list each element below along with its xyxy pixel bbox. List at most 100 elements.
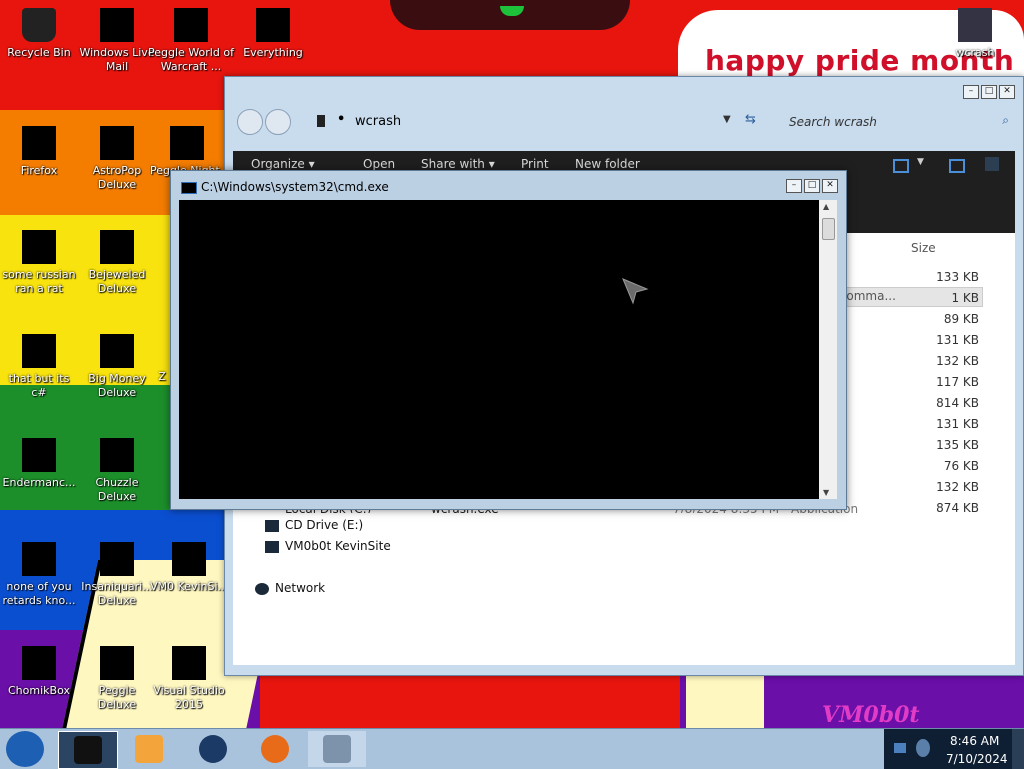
file-icon	[22, 334, 56, 368]
desktop-icon-label: wcrash	[955, 46, 995, 59]
mouse-cursor-icon	[622, 278, 649, 305]
desktop-icon-label: Bejeweled Deluxe	[88, 268, 146, 295]
clock-time[interactable]: 8:46 AM	[950, 734, 999, 748]
desktop-icon-label: Windows Live Mail	[79, 46, 155, 73]
desktop-icon-wcrash[interactable]: wcrash	[936, 8, 1014, 60]
desktop-icon-firefox[interactable]: Firefox	[0, 126, 78, 178]
taskbar-app-wcrash[interactable]	[58, 731, 118, 769]
cmd-window[interactable]: C:\Windows\system32\cmd.exe – □ ✕ ▲ ▼	[170, 170, 847, 510]
address-field[interactable]: • wcrash ▼ ⇆	[317, 111, 777, 133]
minimize-button[interactable]: –	[786, 179, 802, 193]
close-button[interactable]: ✕	[999, 85, 1015, 99]
console-output[interactable]	[179, 200, 819, 499]
taskbar-app-globe[interactable]	[184, 731, 242, 767]
new-folder-button[interactable]: New folder	[575, 157, 640, 171]
help-icon[interactable]	[985, 157, 999, 171]
column-header-size[interactable]: Size	[911, 241, 936, 255]
desktop-icon-label: Big Money Deluxe	[88, 372, 146, 399]
everything-icon	[256, 8, 290, 42]
scroll-up-icon[interactable]: ▲	[823, 202, 829, 211]
wallpaper-corner-text: VM0b0t	[822, 702, 920, 728]
search-input[interactable]: Search wcrash ⌕	[783, 111, 1013, 133]
firefox-icon	[261, 735, 289, 763]
search-icon: ⌕	[1002, 113, 1009, 127]
nav-item-label: Network	[275, 581, 326, 595]
maximize-button[interactable]: □	[804, 179, 820, 193]
file-size: 131 KB	[936, 333, 979, 347]
cmd-window-title: C:\Windows\system32\cmd.exe	[201, 180, 389, 194]
print-button[interactable]: Print	[521, 157, 549, 171]
share-with-button[interactable]: Share with ▾	[421, 157, 495, 171]
refresh-icon[interactable]: ⇆	[745, 112, 756, 127]
close-button[interactable]: ✕	[822, 179, 838, 193]
peggle-nights-icon	[170, 126, 204, 160]
desktop-icon-visual-studio[interactable]: Visual Studio 2015	[150, 646, 228, 712]
explorer-caption-buttons: – □ ✕	[963, 85, 1015, 99]
back-button[interactable]	[237, 109, 263, 135]
scroll-down-icon[interactable]: ▼	[823, 488, 829, 497]
wallpaper-drawing-2	[686, 675, 764, 728]
chuzzle-icon	[100, 438, 134, 472]
desktop-icon-peggle-deluxe[interactable]: Peggle Deluxe	[78, 646, 156, 712]
organize-button[interactable]: Organize ▾	[251, 157, 315, 171]
file-size: 89 KB	[943, 312, 979, 326]
desktop-icon-insaniquarium[interactable]: Insaniquari... Deluxe	[78, 542, 156, 608]
folder-icon	[317, 115, 325, 127]
start-button[interactable]	[6, 731, 44, 767]
forward-button[interactable]	[265, 109, 291, 135]
taskbar-app-cmd[interactable]	[308, 731, 366, 767]
nav-item-label: CD Drive (E:)	[285, 518, 364, 532]
clock-date[interactable]: 7/10/2024	[946, 752, 1008, 766]
taskbar-app-media-player[interactable]	[120, 731, 178, 767]
network-drive-icon	[265, 540, 279, 553]
open-button[interactable]: Open	[363, 157, 395, 171]
scrollbar-thumb[interactable]	[822, 218, 835, 240]
desktop-icon-peggle-wow[interactable]: Peggle World of Warcraft ...	[148, 8, 234, 74]
desktop-icon-label: that but its c#	[8, 372, 70, 399]
desktop-icon-chuzzle[interactable]: Chuzzle Deluxe	[78, 438, 156, 504]
desktop-icon-label: Peggle World of Warcraft ...	[148, 46, 234, 73]
dropdown-arrow-icon[interactable]: ▼	[723, 114, 731, 125]
desktop-icon-recycle-bin[interactable]: Recycle Bin	[0, 8, 78, 60]
network-tray-icon[interactable]	[894, 743, 906, 753]
taskbar-app-firefox[interactable]	[246, 731, 304, 767]
console-icon	[181, 182, 197, 194]
desktop-icon-windows-live-mail[interactable]: Windows Live Mail	[78, 8, 156, 74]
search-placeholder: Search wcrash	[789, 115, 877, 129]
desktop-icon-vm0-kevinsite[interactable]: VM0 KevinSi...	[150, 542, 228, 594]
chomikbox-icon	[22, 646, 56, 680]
big-money-icon	[100, 334, 134, 368]
show-desktop-button[interactable]	[1012, 729, 1024, 769]
cd-drive-icon	[265, 519, 279, 532]
firefox-icon	[22, 126, 56, 160]
wcrash-icon	[958, 8, 992, 42]
desktop-icon-that-but-csharp[interactable]: that but its c#	[0, 334, 78, 400]
media-player-icon	[135, 735, 163, 763]
nav-item-cd-drive[interactable]: CD Drive (E:)	[265, 518, 363, 532]
endermanch-icon	[22, 438, 56, 472]
desktop-icon-russian-rat[interactable]: some russian ran a rat	[0, 230, 78, 296]
desktop-icon-label: VM0 KevinSi...	[150, 580, 229, 593]
desktop-icon-bejeweled[interactable]: Bejeweled Deluxe	[78, 230, 156, 296]
file-size: 132 KB	[936, 354, 979, 368]
vertical-scrollbar[interactable]: ▲ ▼	[819, 200, 837, 499]
nav-item-kevinsite[interactable]: VM0b0t KevinSite	[265, 539, 391, 553]
file-size: 76 KB	[943, 459, 979, 473]
desktop-icon-endermanch[interactable]: Endermanc...	[0, 438, 78, 490]
minimize-button[interactable]: –	[963, 85, 979, 99]
view-icon[interactable]	[893, 159, 909, 173]
desktop-icon-big-money[interactable]: Big Money Deluxe	[78, 334, 156, 400]
desktop-icon-everything[interactable]: Everything	[234, 8, 312, 60]
desktop-icon-chomikbox[interactable]: ChomikBox	[0, 646, 78, 698]
maximize-button[interactable]: □	[981, 85, 997, 99]
view-dropdown-icon[interactable]: ▼	[917, 157, 924, 167]
desktop-icon-label: AstroPop Deluxe	[92, 164, 142, 191]
action-center-icon[interactable]	[916, 739, 930, 757]
desktop-icon-none-of-you[interactable]: none of you retards kno...	[0, 542, 78, 608]
file-size: 814 KB	[936, 396, 979, 410]
desktop-icon-astropop[interactable]: AstroPop Deluxe	[78, 126, 156, 192]
desktop-icon-label: Visual Studio 2015	[153, 684, 225, 711]
preview-pane-icon[interactable]	[949, 159, 965, 173]
nav-item-network[interactable]: Network	[255, 581, 325, 595]
stripe-red-bottom	[260, 675, 680, 728]
